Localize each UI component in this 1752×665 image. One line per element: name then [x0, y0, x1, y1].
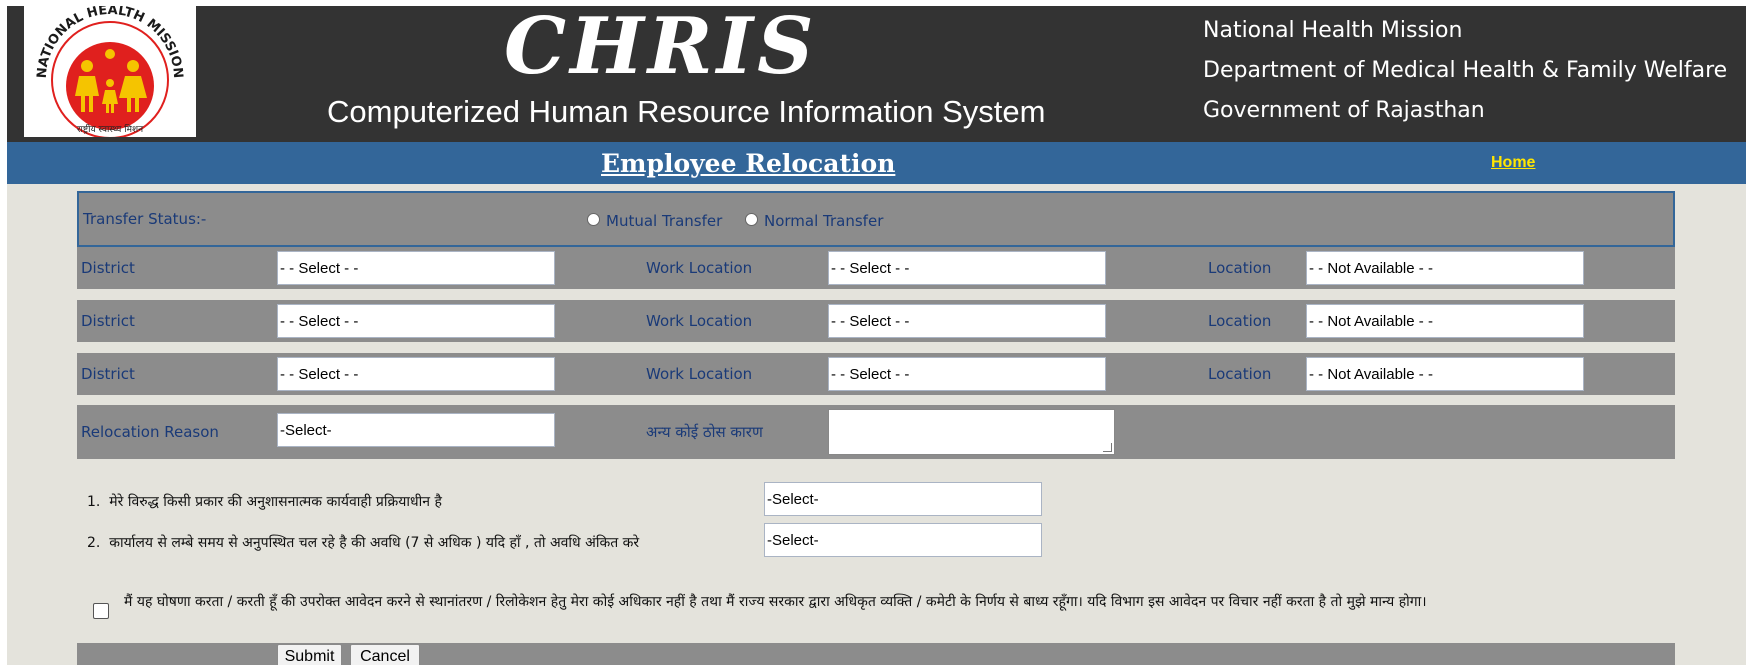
question-1-text: मेरे विरुद्ध किसी प्रकार की अनुशासनात्मक… — [109, 494, 442, 510]
work-location-label: Work Location — [646, 312, 753, 330]
question-1-number: 1. — [87, 494, 101, 510]
cancel-button[interactable]: Cancel — [350, 644, 420, 665]
district-select-1[interactable]: - - Select - - — [277, 251, 555, 285]
other-reason-label: अन्य कोई ठोस कारण — [646, 423, 763, 441]
location-select-2[interactable]: - - Not Available - - — [1306, 304, 1584, 338]
relocation-reason-label: Relocation Reason — [81, 423, 219, 441]
mutual-transfer-label[interactable]: Mutual Transfer — [606, 212, 722, 230]
location-row-2: District - - Select - - Work Location - … — [77, 300, 1675, 342]
work-location-select-3[interactable]: - - Select - - — [828, 357, 1106, 391]
logo-hindi-text: राष्ट्रीय स्वास्थ्य मिशन — [77, 123, 144, 135]
work-location-label: Work Location — [646, 259, 753, 277]
nhm-logo-graphic: NATIONAL HEALTH MISSION राष्ट्रीय स्वास्… — [35, 6, 185, 139]
question-2-text: कार्यालय से लम्बे समय से अनुपस्थित चल रह… — [109, 535, 640, 551]
relocation-reason-row: Relocation Reason -Select- अन्य कोई ठोस … — [77, 405, 1675, 459]
normal-transfer-label[interactable]: Normal Transfer — [764, 212, 883, 230]
work-location-select-1[interactable]: - - Select - - — [828, 251, 1106, 285]
district-label: District — [81, 365, 135, 383]
location-label: Location — [1208, 365, 1272, 383]
location-row-1: District - - Select - - Work Location - … — [77, 247, 1675, 289]
home-link[interactable]: Home — [1491, 154, 1535, 172]
header-banner: NATIONAL HEALTH MISSION राष्ट्रीय स्वास्… — [7, 6, 1746, 142]
resize-grip-icon[interactable] — [1103, 443, 1112, 452]
location-label: Location — [1208, 259, 1272, 277]
question-1-select[interactable]: -Select- — [764, 482, 1042, 516]
system-subtitle: Computerized Human Resource Information … — [327, 94, 1046, 129]
title-bar: Employee Relocation Home — [7, 142, 1746, 184]
work-location-select-2[interactable]: - - Select - - — [828, 304, 1106, 338]
question-1: 1. मेरे विरुद्ध किसी प्रकार की अनुशासनात… — [87, 492, 442, 511]
page-title: Employee Relocation — [601, 149, 896, 178]
normal-transfer-radio[interactable] — [745, 213, 758, 226]
action-row: Submit Cancel — [77, 643, 1675, 665]
other-reason-textarea[interactable] — [828, 409, 1115, 455]
submit-button[interactable]: Submit — [277, 644, 342, 665]
transfer-status-row: Transfer Status:- Mutual Transfer Normal… — [77, 191, 1675, 247]
question-2: 2. कार्यालय से लम्बे समय से अनुपस्थित चल… — [87, 533, 639, 552]
relocation-reason-select[interactable]: -Select- — [277, 413, 555, 447]
district-select-2[interactable]: - - Select - - — [277, 304, 555, 338]
declaration-text: मैं यह घोषणा करता / करती हूँ की उपरोक्त … — [124, 594, 1427, 610]
question-2-number: 2. — [87, 535, 101, 551]
location-select-3[interactable]: - - Not Available - - — [1306, 357, 1584, 391]
location-select-1[interactable]: - - Not Available - - — [1306, 251, 1584, 285]
question-2-select[interactable]: -Select- — [764, 523, 1042, 557]
transfer-status-label: Transfer Status:- — [83, 210, 207, 228]
district-select-3[interactable]: - - Select - - — [277, 357, 555, 391]
page: NATIONAL HEALTH MISSION राष्ट्रीय स्वास्… — [7, 6, 1746, 665]
org-line-nhm: National Health Mission — [1203, 18, 1463, 43]
brand-wordmark: CHRIS — [504, 6, 818, 92]
district-label: District — [81, 259, 135, 277]
declaration-checkbox[interactable] — [93, 603, 109, 619]
mutual-transfer-radio[interactable] — [587, 213, 600, 226]
location-label: Location — [1208, 312, 1272, 330]
nhm-logo: NATIONAL HEALTH MISSION राष्ट्रीय स्वास्… — [24, 6, 196, 139]
relocation-form: Transfer Status:- Mutual Transfer Normal… — [77, 191, 1675, 665]
location-row-3: District - - Select - - Work Location - … — [77, 353, 1675, 395]
work-location-label: Work Location — [646, 365, 753, 383]
org-line-government: Government of Rajasthan — [1203, 98, 1485, 123]
district-label: District — [81, 312, 135, 330]
org-line-department: Department of Medical Health & Family We… — [1203, 58, 1728, 83]
